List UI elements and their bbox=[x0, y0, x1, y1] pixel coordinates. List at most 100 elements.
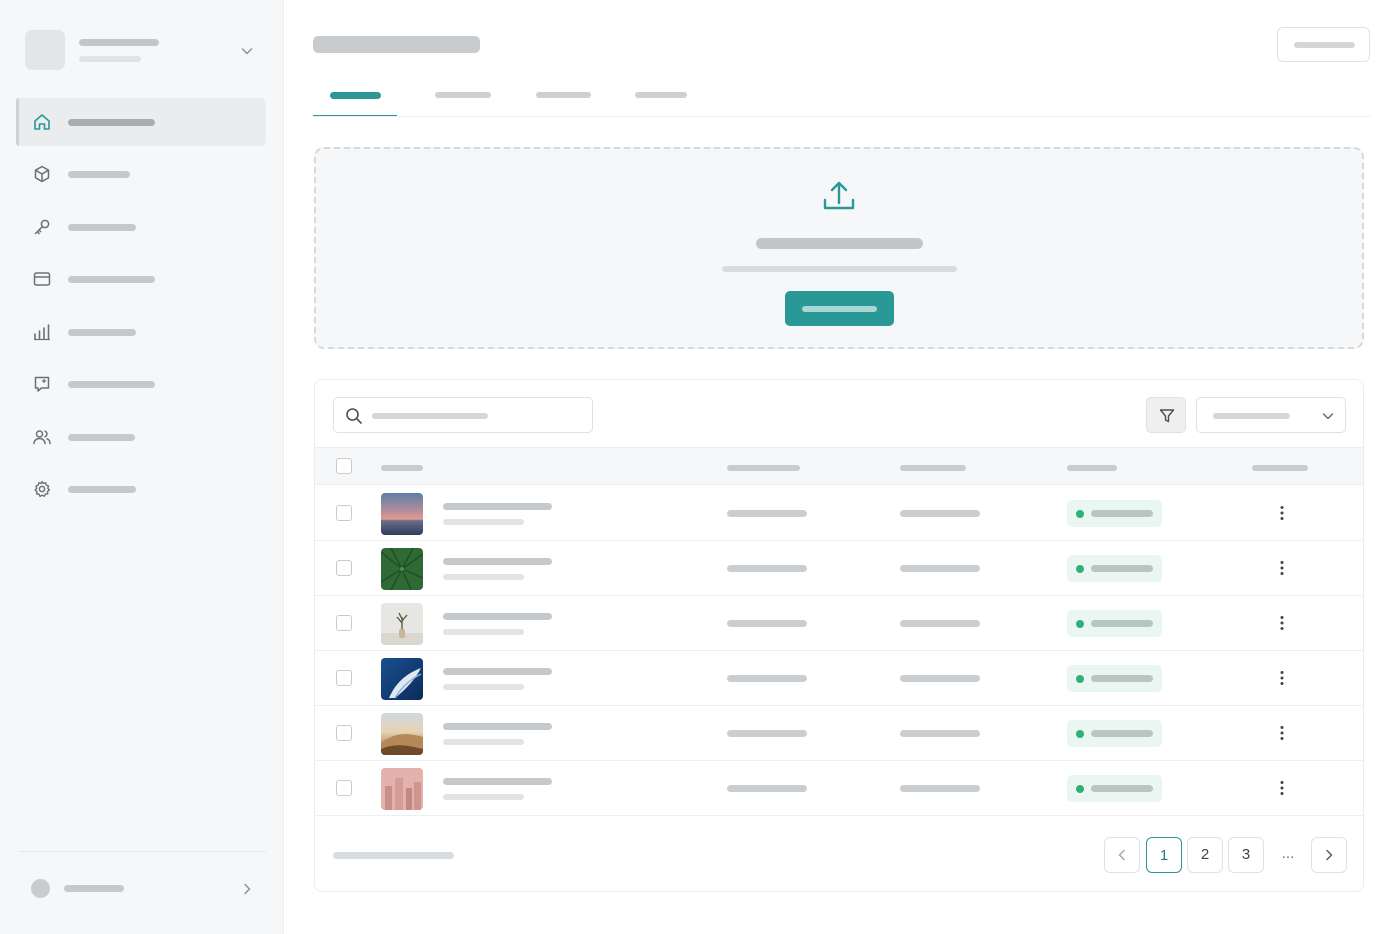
sidebar-item-analytics[interactable] bbox=[16, 308, 266, 356]
key-icon bbox=[34, 219, 50, 235]
row-checkbox[interactable] bbox=[336, 670, 352, 686]
page-button-3[interactable]: 3 bbox=[1228, 837, 1264, 873]
tab-1[interactable] bbox=[313, 78, 397, 117]
chevron-down-icon bbox=[1322, 413, 1334, 420]
cell-value bbox=[727, 675, 807, 682]
more-options-icon[interactable] bbox=[1272, 668, 1292, 688]
thumbnail-image bbox=[381, 603, 423, 645]
tab-label bbox=[635, 92, 687, 98]
file-name bbox=[443, 558, 552, 565]
file-meta bbox=[443, 629, 524, 635]
home-icon bbox=[34, 114, 50, 130]
results-summary bbox=[333, 852, 454, 859]
table-header bbox=[315, 447, 1363, 485]
cell-value bbox=[900, 510, 980, 517]
pagination-ellipsis: ... bbox=[1270, 837, 1306, 873]
thumbnail-image bbox=[381, 658, 423, 700]
cell-value bbox=[727, 510, 807, 517]
status-dot bbox=[1076, 675, 1084, 683]
browse-files-button[interactable] bbox=[785, 291, 894, 326]
row-checkbox[interactable] bbox=[336, 780, 352, 796]
upload-icon bbox=[823, 181, 855, 210]
chevron-right-icon bbox=[244, 883, 251, 895]
file-meta bbox=[443, 794, 524, 800]
tab-label bbox=[330, 92, 381, 99]
more-options-icon[interactable] bbox=[1272, 558, 1292, 578]
users-icon bbox=[33, 430, 51, 445]
status-text bbox=[1091, 785, 1153, 792]
row-checkbox[interactable] bbox=[336, 505, 352, 521]
app-window: 1 2 3 ... bbox=[0, 0, 1400, 934]
table-row[interactable] bbox=[315, 486, 1363, 541]
file-meta bbox=[443, 684, 524, 690]
row-checkbox[interactable] bbox=[336, 725, 352, 741]
workspace-switcher[interactable] bbox=[24, 30, 260, 70]
tabs-divider bbox=[313, 116, 1370, 117]
more-options-icon[interactable] bbox=[1272, 503, 1292, 523]
search-input[interactable] bbox=[333, 397, 593, 433]
table-row[interactable] bbox=[315, 651, 1363, 706]
file-meta bbox=[443, 519, 524, 525]
filter-button[interactable] bbox=[1146, 397, 1186, 433]
file-name bbox=[443, 668, 552, 675]
table-row[interactable] bbox=[315, 761, 1363, 816]
sidebar-item-products[interactable] bbox=[16, 150, 266, 198]
sidebar-item-keys[interactable] bbox=[16, 203, 266, 251]
row-checkbox[interactable] bbox=[336, 615, 352, 631]
header-action-button[interactable] bbox=[1277, 27, 1370, 62]
cell-value bbox=[727, 730, 807, 737]
page-button-2[interactable]: 2 bbox=[1187, 837, 1223, 873]
upload-subtitle bbox=[722, 266, 957, 272]
card-icon bbox=[33, 272, 51, 286]
cell-value bbox=[727, 620, 807, 627]
status-dot bbox=[1076, 730, 1084, 738]
row-checkbox[interactable] bbox=[336, 560, 352, 576]
sort-select[interactable] bbox=[1196, 397, 1346, 433]
avatar bbox=[31, 879, 50, 898]
more-options-icon[interactable] bbox=[1272, 778, 1292, 798]
sidebar-item-messages[interactable] bbox=[16, 360, 266, 408]
next-page-button[interactable] bbox=[1311, 837, 1347, 873]
sidebar-item-label bbox=[68, 276, 155, 283]
select-all-checkbox[interactable] bbox=[336, 458, 352, 474]
sidebar-item-label bbox=[68, 171, 130, 178]
column-header[interactable] bbox=[1067, 465, 1117, 471]
column-header[interactable] bbox=[381, 465, 423, 471]
status-text bbox=[1091, 565, 1153, 572]
sidebar-item-label bbox=[68, 119, 155, 126]
sidebar-item-users[interactable] bbox=[16, 413, 266, 461]
status-badge bbox=[1067, 720, 1162, 747]
status-badge bbox=[1067, 610, 1162, 637]
more-options-icon[interactable] bbox=[1272, 613, 1292, 633]
table-row[interactable] bbox=[315, 541, 1363, 596]
column-header[interactable] bbox=[727, 465, 800, 471]
tab-4[interactable] bbox=[620, 78, 706, 117]
cell-value bbox=[727, 785, 807, 792]
tab-label bbox=[536, 92, 591, 98]
tab-2[interactable] bbox=[420, 78, 506, 117]
column-header[interactable] bbox=[1252, 465, 1308, 471]
column-header[interactable] bbox=[900, 465, 966, 471]
more-options-icon[interactable] bbox=[1272, 723, 1292, 743]
profile-name bbox=[64, 885, 124, 892]
cell-value bbox=[900, 620, 980, 627]
chevron-right-icon bbox=[1326, 849, 1333, 861]
tab-3[interactable] bbox=[520, 78, 606, 117]
page-button-1[interactable]: 1 bbox=[1146, 837, 1182, 873]
status-badge bbox=[1067, 665, 1162, 692]
status-text bbox=[1091, 620, 1153, 627]
chevron-left-icon bbox=[1118, 849, 1125, 861]
status-text bbox=[1091, 730, 1153, 737]
sidebar-item-billing[interactable] bbox=[16, 255, 266, 303]
file-name bbox=[443, 613, 552, 620]
file-name bbox=[443, 723, 552, 730]
prev-page-button[interactable] bbox=[1104, 837, 1140, 873]
status-dot bbox=[1076, 785, 1084, 793]
upload-dropzone[interactable] bbox=[314, 147, 1364, 349]
sidebar-item-label bbox=[68, 329, 136, 336]
sidebar-item-settings[interactable] bbox=[16, 465, 266, 513]
note-icon bbox=[34, 376, 50, 392]
table-row[interactable] bbox=[315, 596, 1363, 651]
table-row[interactable] bbox=[315, 706, 1363, 761]
sidebar-item-home[interactable] bbox=[16, 98, 266, 146]
